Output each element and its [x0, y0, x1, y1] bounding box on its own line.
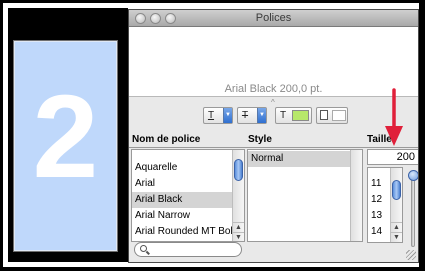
scroll-down-icon[interactable]: ▼ [391, 232, 402, 242]
text-color-swatch [292, 110, 309, 121]
size-list[interactable]: 11 12 13 14 ▲ ▼ [367, 167, 403, 243]
font-list-scrollbar[interactable]: ▲ ▼ [232, 150, 244, 241]
size-input[interactable]: 200 [367, 149, 418, 165]
preview-grip-icon[interactable]: ^ [271, 98, 275, 107]
font-preview-area: Arial Black 200,0 pt. [129, 27, 418, 97]
chevron-down-icon[interactable]: ▼ [257, 108, 266, 123]
font-name-header: Nom de police [132, 134, 201, 145]
scroll-up-icon[interactable]: ▲ [233, 222, 244, 232]
scroll-thumb[interactable] [234, 159, 243, 181]
strikethrough-button[interactable]: T ▼ [237, 107, 267, 124]
document-icon [320, 110, 328, 120]
underline-button[interactable]: T ▼ [203, 107, 233, 124]
window-title: Polices [255, 12, 292, 24]
style-list-scrollbar[interactable] [350, 150, 362, 241]
fonts-window: Polices Arial Black 200,0 pt. ^ T ▼ T ▼ … [128, 9, 419, 263]
chevron-down-icon[interactable]: ▼ [223, 108, 232, 123]
list-item[interactable]: Arial Rounded MT Bol [135, 224, 233, 240]
list-item[interactable]: Arial Narrow [135, 208, 190, 224]
list-item[interactable]: Arial [135, 176, 155, 192]
strikethrough-icon: T [241, 110, 249, 121]
resize-grip-icon[interactable] [406, 250, 416, 260]
list-item-selected[interactable]: Normal [248, 151, 350, 167]
text-color-icon: T [279, 110, 287, 121]
scroll-down-icon[interactable]: ▼ [233, 232, 244, 241]
font-name-list[interactable]: Aquarelle Arial Arial Black Arial Narrow… [131, 149, 245, 242]
document-color-button[interactable] [316, 107, 348, 124]
scroll-thumb[interactable] [392, 180, 401, 200]
list-item[interactable]: 11 [371, 176, 381, 192]
list-item[interactable]: 12 [371, 192, 382, 208]
title-bar[interactable]: Polices [129, 10, 418, 27]
list-item[interactable]: Aquarelle [135, 160, 177, 176]
underline-icon: T [207, 110, 215, 121]
list-item-selected[interactable]: Arial Black [132, 192, 232, 208]
style-list[interactable]: Normal [247, 149, 363, 242]
header-divider [129, 147, 418, 148]
size-slider-knob[interactable] [408, 170, 418, 181]
size-list-scrollbar[interactable]: ▲ ▼ [390, 168, 402, 242]
slide-number: 2 [32, 71, 99, 203]
text-color-button[interactable]: T [275, 107, 312, 124]
slide-thumbnail[interactable]: 2 [13, 40, 118, 252]
search-icon [140, 245, 147, 252]
scroll-up-icon[interactable]: ▲ [391, 222, 402, 232]
search-field[interactable] [134, 242, 242, 257]
document-color-swatch [332, 110, 346, 121]
style-header: Style [248, 134, 272, 145]
list-item[interactable]: 13 [371, 208, 382, 224]
list-item[interactable]: 14 [371, 224, 382, 240]
red-arrow-icon [385, 88, 403, 146]
font-preview-text: Arial Black 200,0 pt. [224, 83, 323, 95]
size-slider[interactable] [411, 177, 415, 247]
